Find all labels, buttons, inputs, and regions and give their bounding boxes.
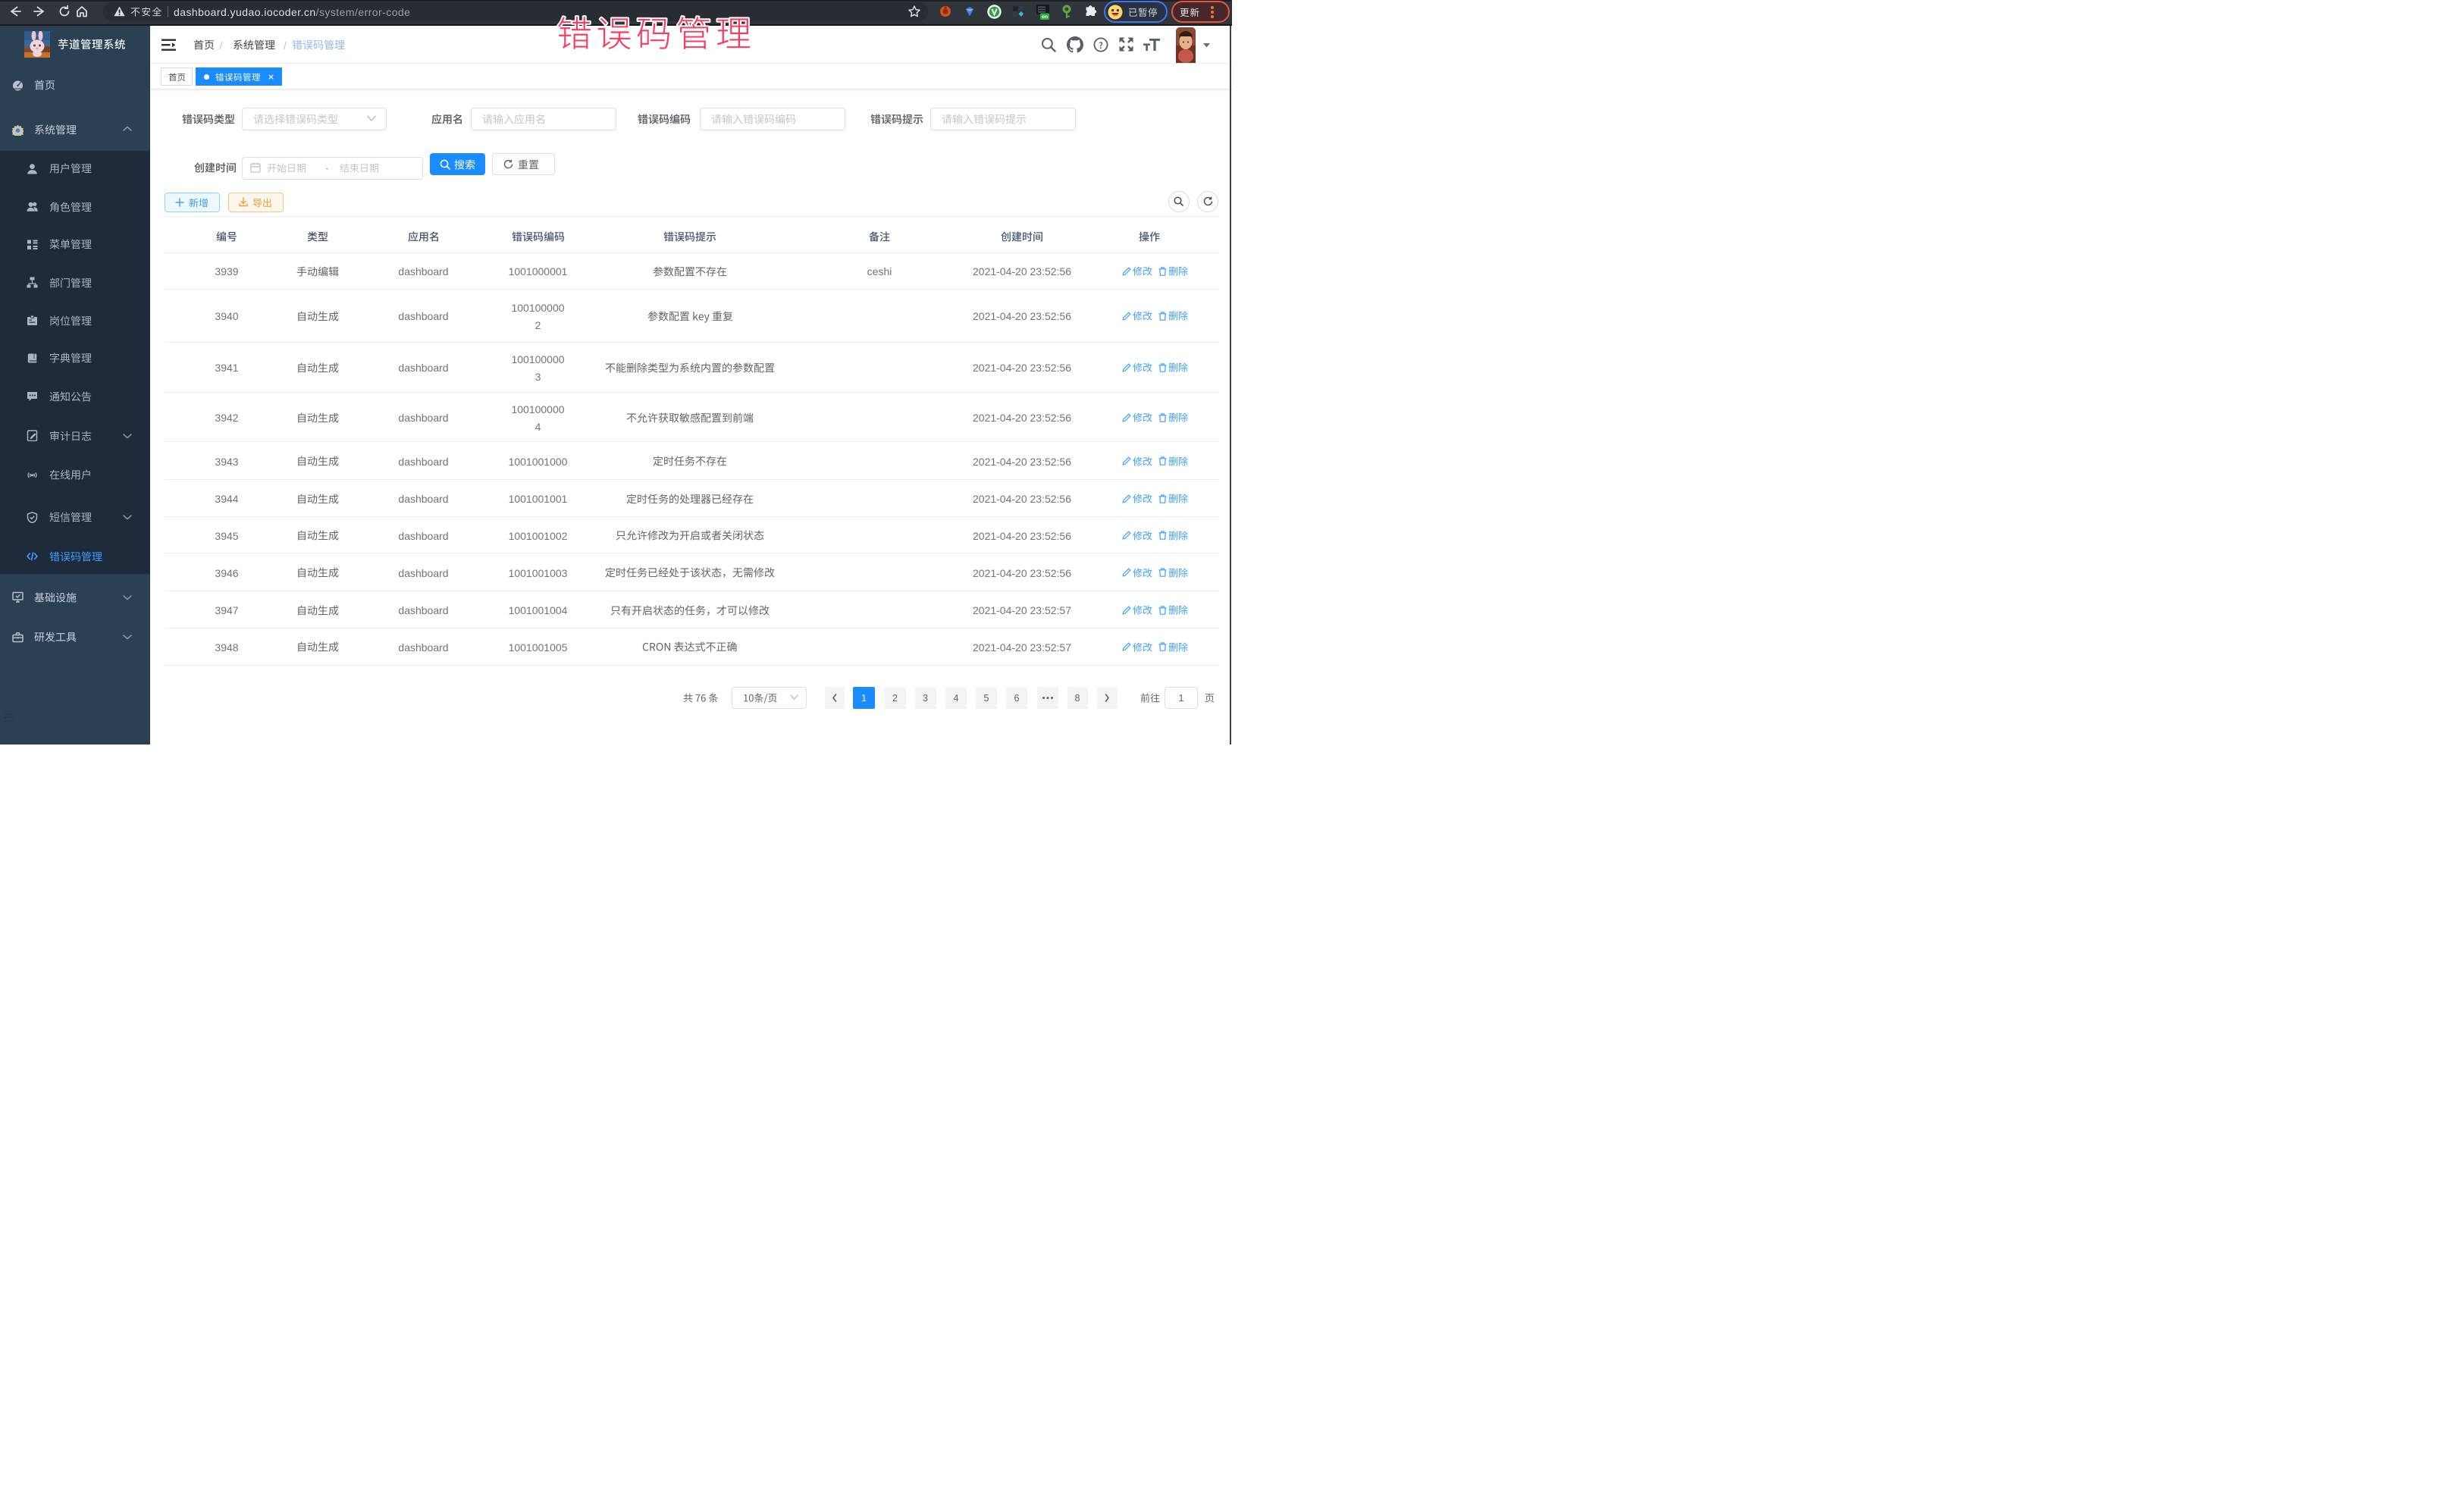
svg-text:on: on (1042, 14, 1048, 20)
